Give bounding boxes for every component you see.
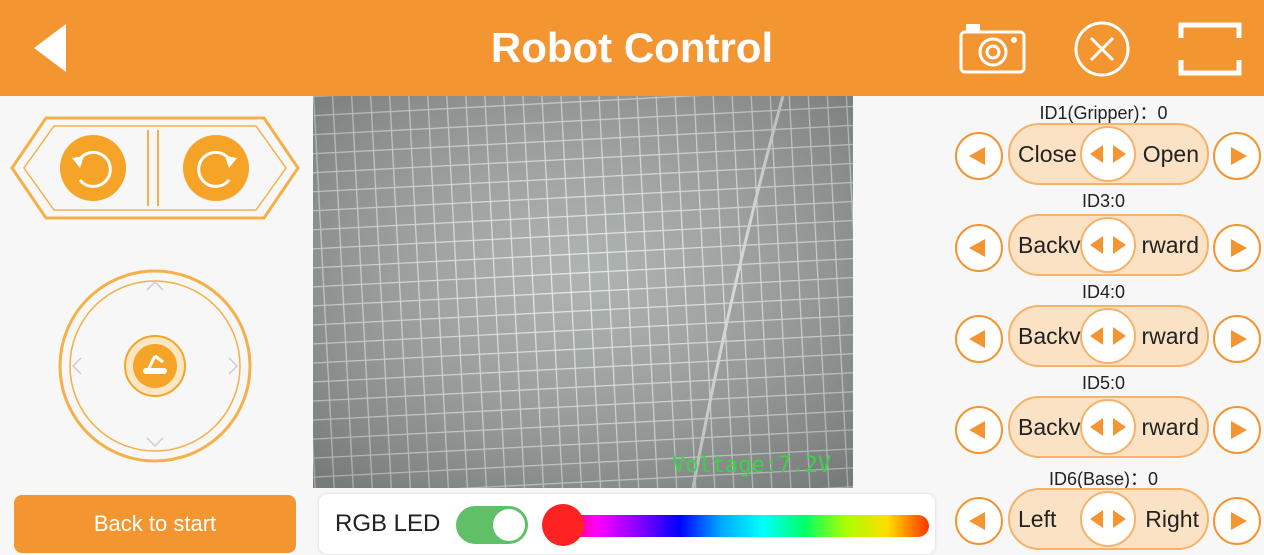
back-to-start-button[interactable]: Back to start <box>14 495 296 553</box>
left-arrow-icon <box>1090 418 1103 436</box>
servo-label-id4: ID4:0 <box>1081 282 1126 302</box>
servo-id1-right-label: Open <box>1142 141 1199 167</box>
right-arrow-icon <box>1113 236 1126 254</box>
right-arrow-icon <box>1231 239 1247 257</box>
right-arrow-icon <box>1113 418 1126 436</box>
back-button[interactable] <box>30 22 70 74</box>
close-circle-icon <box>1074 21 1130 77</box>
rgb-led-label: RGB LED <box>335 510 441 537</box>
right-arrow-icon <box>1231 330 1247 348</box>
right-arrow-icon <box>1113 327 1126 345</box>
joystick-knob[interactable] <box>124 335 186 397</box>
app-header: Robot Control <box>0 0 1264 96</box>
left-arrow-icon <box>1090 327 1103 345</box>
servo-id5-left-label: Backv <box>1018 414 1081 440</box>
joystick[interactable] <box>55 268 255 464</box>
servo-id1-knob[interactable] <box>1080 126 1136 182</box>
left-arrow-icon <box>969 330 985 348</box>
left-arrow-icon <box>1090 145 1103 163</box>
servo-id5-knob[interactable] <box>1080 399 1136 455</box>
right-arrow-icon <box>1231 512 1247 530</box>
rotate-left-button[interactable] <box>60 135 126 201</box>
close-button[interactable] <box>1073 20 1131 78</box>
servo-id5-decrease-button[interactable] <box>955 406 1003 454</box>
servo-id3-left-label: Backv <box>1018 232 1081 258</box>
servo-id4-decrease-button[interactable] <box>955 315 1003 363</box>
servo-id5-increase-button[interactable] <box>1213 406 1261 454</box>
left-arrow-icon <box>969 239 985 257</box>
right-arrow-icon <box>1113 510 1126 528</box>
servo-label-id5: ID5:0 <box>1081 373 1126 393</box>
back-arrow-icon <box>34 24 66 72</box>
left-arrow-icon <box>1090 236 1103 254</box>
right-arrow-icon <box>1231 421 1247 439</box>
right-arrow-icon <box>1113 145 1126 163</box>
servo-id1-left-label: Close <box>1018 141 1077 167</box>
servo-id3-increase-button[interactable] <box>1213 224 1261 272</box>
camera-icon <box>959 24 1026 74</box>
servo-id1-increase-button[interactable] <box>1213 132 1261 180</box>
servo-id6-knob[interactable] <box>1080 491 1136 547</box>
left-arrow-icon <box>969 512 985 530</box>
servo-id6-right-label: Right <box>1145 506 1199 532</box>
servo-id4-knob[interactable] <box>1080 308 1136 364</box>
fullscreen-icon <box>1178 22 1242 76</box>
servo-id6-increase-button[interactable] <box>1213 497 1261 545</box>
servo-id3-knob[interactable] <box>1080 217 1136 273</box>
servo-label-id3: ID3:0 <box>1081 191 1126 211</box>
servo-id4-right-label: rward <box>1141 323 1199 349</box>
servo-id1-decrease-button[interactable] <box>955 132 1003 180</box>
fullscreen-button[interactable] <box>1178 22 1242 76</box>
voltage-readout: Voltage:7.2V <box>672 453 831 478</box>
toggle-knob <box>493 509 525 541</box>
left-arrow-icon <box>969 421 985 439</box>
rgb-led-panel: RGB LED <box>319 494 935 554</box>
color-hue-slider[interactable] <box>555 515 929 537</box>
left-arrow-icon <box>1090 510 1103 528</box>
servo-id4-left-label: Backv <box>1018 323 1081 349</box>
camera-image <box>313 96 853 488</box>
right-arrow-icon <box>1231 147 1247 165</box>
rotate-right-button[interactable] <box>183 135 249 201</box>
camera-button[interactable] <box>958 20 1028 76</box>
rgb-led-toggle[interactable] <box>456 506 528 544</box>
servo-id5-right-label: rward <box>1141 414 1199 440</box>
camera-feed[interactable]: Voltage:7.2V <box>313 96 853 488</box>
servo-id3-decrease-button[interactable] <box>955 224 1003 272</box>
servo-id6-decrease-button[interactable] <box>955 497 1003 545</box>
servo-id3-right-label: rward <box>1141 232 1199 258</box>
rotate-control <box>10 116 300 220</box>
left-arrow-icon <box>969 147 985 165</box>
servo-id6-left-label: Left <box>1018 506 1057 532</box>
servo-id4-increase-button[interactable] <box>1213 315 1261 363</box>
color-slider-thumb[interactable] <box>542 504 584 546</box>
servo-label-id1: ID1(Gripper)：0 <box>1039 103 1168 123</box>
